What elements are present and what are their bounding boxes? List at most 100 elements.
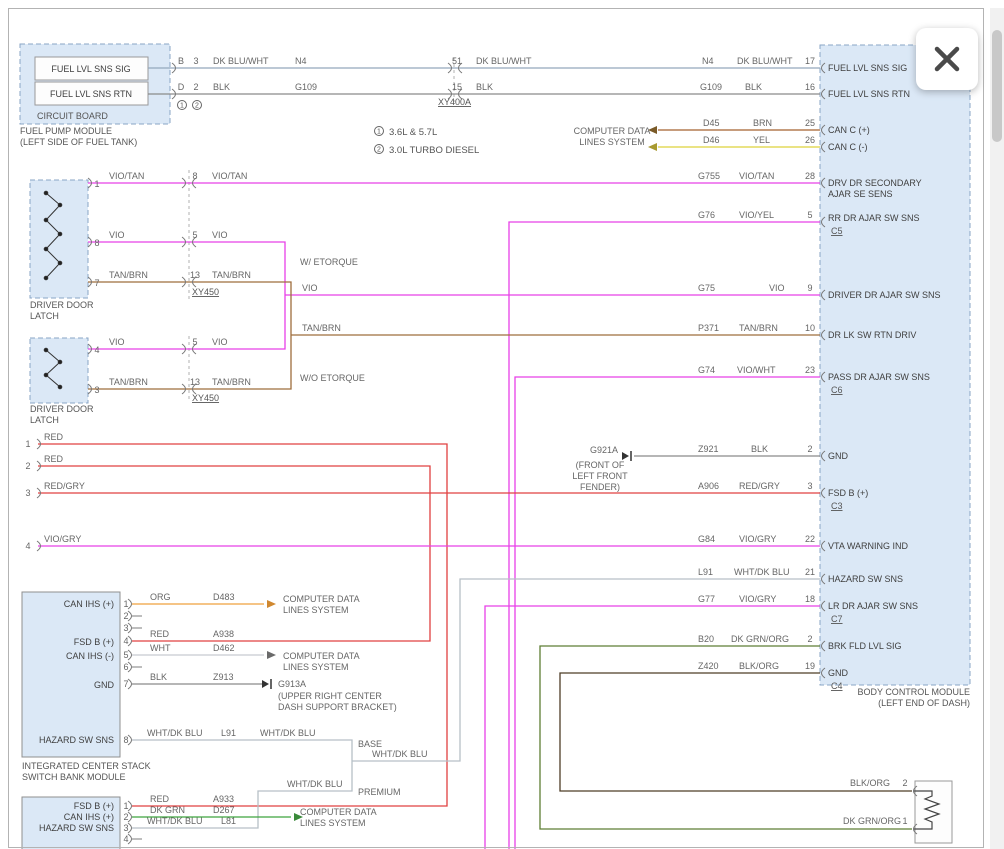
diagram-label: G77	[698, 594, 715, 604]
diagram-label: FSD B (+)	[74, 801, 114, 811]
diagram-label: 1	[94, 179, 99, 189]
diagram-label: FENDER)	[580, 482, 620, 492]
diagram-label: DRIVER DOOR	[30, 300, 94, 310]
diagram-label: C5	[831, 226, 843, 236]
diagram-label: D462	[213, 643, 235, 653]
diagram-label: RED	[150, 794, 170, 804]
diagram-label: A906	[698, 481, 719, 491]
connector-arc	[128, 599, 132, 609]
flow-arrow-icon	[267, 600, 276, 608]
diagram-label: LATCH	[30, 415, 59, 425]
diagram-label: W/O ETORQUE	[300, 373, 365, 383]
diagram-label: 28	[805, 171, 815, 181]
diagram-label: VIO	[769, 283, 785, 293]
driver-door-latch-2-box	[30, 338, 88, 403]
diagram-label: G755	[698, 171, 720, 181]
diagram-label: G74	[698, 365, 715, 375]
diagram-label: 21	[805, 567, 815, 577]
diagram-label: CAN IHS (+)	[64, 812, 114, 822]
diagram-label: LEFT FRONT	[572, 471, 628, 481]
diagram-label: L91	[221, 728, 236, 738]
diagram-label: 3	[123, 623, 128, 633]
diagram-label: G75	[698, 283, 715, 293]
diagram-label: LINES SYSTEM	[283, 662, 349, 672]
diagram-label: WHT/DK BLU	[147, 816, 203, 826]
diagram-label: FUEL PUMP MODULE	[20, 126, 112, 136]
diagram-label: G84	[698, 534, 715, 544]
diagram-label: DRV DR SECONDARY	[828, 178, 922, 188]
wiring-diagram: 1212 FUEL LVL SNS SIGFUEL LVL SNS RTNCIR…	[0, 0, 1004, 849]
diagram-label: RR DR AJAR SW SNS	[828, 213, 920, 223]
diagram-label: W/ ETORQUE	[300, 257, 358, 267]
diagram-label: RED	[44, 432, 64, 442]
diagram-label: B	[178, 56, 184, 66]
diagram-label: COMPUTER DATA	[283, 594, 360, 604]
diagram-label: DK BLU/WHT	[737, 56, 793, 66]
scrollbar-thumb[interactable]	[992, 30, 1002, 142]
diagram-label: RED	[150, 629, 170, 639]
diagram-label: D267	[213, 805, 235, 815]
diagram-label: TAN/BRN	[109, 270, 148, 280]
scrollbar-track[interactable]	[990, 8, 1004, 849]
ground-icon	[262, 680, 269, 688]
diagram-label: 1	[25, 439, 30, 449]
connector-arcs	[37, 63, 917, 844]
diagram-label: (UPPER RIGHT CENTER	[278, 691, 382, 701]
diagram-label: VIO	[302, 283, 318, 293]
diagram-label: 8	[94, 238, 99, 248]
diagram-label: D	[178, 82, 185, 92]
diagram-label: 22	[805, 534, 815, 544]
diagram-label: A933	[213, 794, 234, 804]
diagram-label: VIO/GRY	[739, 534, 776, 544]
diagram-label: FUEL LVL SNS RTN	[828, 89, 910, 99]
diagram-label: 3	[807, 481, 812, 491]
diagram-label: BLK	[150, 672, 167, 682]
diagram-label: 3	[123, 823, 128, 833]
diagram-label: G109	[295, 82, 317, 92]
diagram-label: 26	[805, 135, 815, 145]
diagram-label: WHT/DK BLU	[372, 749, 428, 759]
diagram-label: YEL	[753, 135, 770, 145]
diagram-label: 1	[123, 801, 128, 811]
body-control-module-box	[820, 45, 970, 685]
diagram-label: DASH SUPPORT BRACKET)	[278, 702, 397, 712]
diagram-label: BLK	[745, 82, 762, 92]
diagram-label: 3	[25, 488, 30, 498]
diagram-label: DK GRN/ORG	[731, 634, 789, 644]
diagram-label: 1	[902, 816, 907, 826]
diagram-label: TAN/BRN	[739, 323, 778, 333]
diagram-label: G921A	[590, 445, 618, 455]
diagram-label: C7	[831, 614, 843, 624]
diagram-label: VIO	[109, 337, 125, 347]
diagram-label: WHT/DK BLU	[287, 779, 343, 789]
diagram-label: 3.6L & 5.7L	[389, 127, 437, 138]
connector-arc	[128, 623, 132, 633]
diagram-label: VIO/WHT	[737, 365, 776, 375]
diagram-label: TAN/BRN	[302, 323, 341, 333]
diagram-label: G109	[700, 82, 722, 92]
diagram-label: LINES SYSTEM	[579, 137, 645, 147]
diagram-label: DK GRN	[150, 805, 185, 815]
close-button[interactable]	[916, 28, 978, 90]
flow-arrow-icon	[648, 143, 657, 151]
diagram-label: BRN	[753, 118, 772, 128]
diagram-label: 13	[190, 377, 200, 387]
diagram-label: 25	[805, 118, 815, 128]
diagram-label: G76	[698, 210, 715, 220]
diagram-label: 2	[807, 444, 812, 454]
diagram-label: 19	[805, 661, 815, 671]
diagram-label: C6	[831, 385, 843, 395]
diagram-label: VIO/YEL	[739, 210, 774, 220]
diagram-label: BLK/ORG	[850, 778, 890, 788]
diagram-label: D483	[213, 592, 235, 602]
diagram-label: 13	[190, 270, 200, 280]
ground-icon	[622, 452, 629, 460]
diagram-label: 15	[452, 82, 462, 92]
diagram-label: RED	[44, 454, 64, 464]
diagram-label: HAZARD SW SNS	[39, 823, 114, 833]
diagram-label: 2	[902, 778, 907, 788]
diagram-label: WHT/DK BLU	[260, 728, 316, 738]
flow-arrow-icon	[267, 651, 276, 659]
diagram-label: VIO/TAN	[109, 171, 144, 181]
diagram-label: C3	[831, 501, 843, 511]
